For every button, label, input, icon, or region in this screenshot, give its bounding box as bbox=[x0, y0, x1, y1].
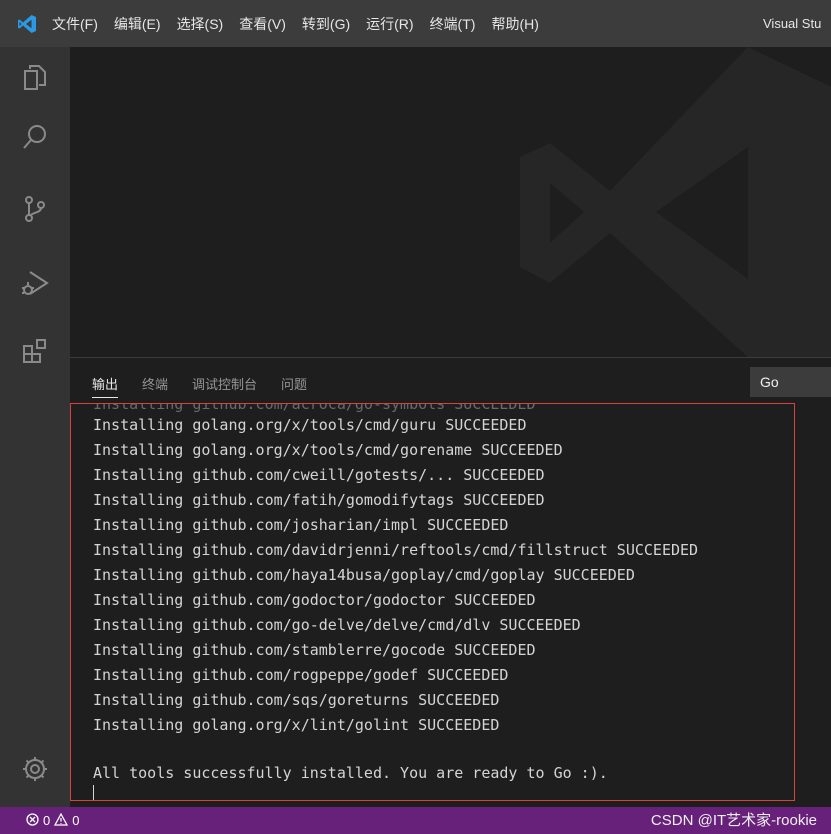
text-cursor bbox=[93, 785, 94, 800]
panel-tabs: 输出 终端 调试控制台 问题 bbox=[92, 374, 331, 398]
window-title: Visual Stu bbox=[763, 16, 822, 31]
menu-bar: 文件(F) 编辑(E) 选择(S) 查看(V) 转到(G) 运行(R) 终端(T… bbox=[52, 14, 555, 34]
menu-view[interactable]: 查看(V) bbox=[239, 14, 286, 34]
menu-edit[interactable]: 编辑(E) bbox=[114, 14, 161, 34]
editor-area bbox=[70, 47, 831, 357]
menu-selection[interactable]: 选择(S) bbox=[177, 14, 224, 34]
warning-icon bbox=[54, 812, 69, 829]
output-line: Installing github.com/cweill/gotests/...… bbox=[93, 466, 545, 484]
extensions-icon[interactable] bbox=[0, 323, 70, 379]
output-line: Installing golang.org/x/lint/golint SUCC… bbox=[93, 716, 500, 734]
csdn-watermark: CSDN @IT艺术家-rookie bbox=[650, 812, 817, 829]
vscode-logo-icon bbox=[8, 0, 46, 47]
error-count: 0 bbox=[43, 813, 51, 828]
source-control-icon[interactable] bbox=[0, 181, 70, 237]
bottom-panel: 输出 终端 调试控制台 问题 Go Installing github.com/… bbox=[70, 357, 831, 807]
vscode-watermark-icon bbox=[510, 47, 831, 357]
output-line: Installing github.com/haya14busa/goplay/… bbox=[93, 566, 635, 584]
status-problems[interactable]: 0 0 bbox=[26, 812, 83, 829]
tab-debug-console[interactable]: 调试控制台 bbox=[192, 374, 257, 398]
error-icon bbox=[26, 812, 39, 829]
output-line: Installing github.com/davidrjenni/reftoo… bbox=[93, 541, 699, 559]
output-view[interactable]: Installing github.com/acroca/go-symbols … bbox=[70, 403, 795, 801]
activity-bar bbox=[0, 47, 70, 807]
explorer-icon[interactable] bbox=[0, 49, 70, 105]
menu-terminal[interactable]: 终端(T) bbox=[430, 14, 476, 34]
output-line: Installing github.com/go-delve/delve/cmd… bbox=[93, 616, 581, 634]
menu-help[interactable]: 帮助(H) bbox=[491, 14, 538, 34]
warning-count: 0 bbox=[72, 813, 80, 828]
tab-problems[interactable]: 问题 bbox=[281, 374, 307, 398]
status-bar: 0 0 CSDN @IT艺术家-rookie bbox=[0, 807, 831, 834]
output-line-final: All tools successfully installed. You ar… bbox=[93, 764, 608, 782]
settings-gear-icon[interactable] bbox=[0, 741, 70, 797]
search-icon[interactable] bbox=[0, 109, 70, 165]
title-bar: 文件(F) 编辑(E) 选择(S) 查看(V) 转到(G) 运行(R) 终端(T… bbox=[0, 0, 831, 47]
output-line: Installing github.com/godoctor/godoctor … bbox=[93, 591, 536, 609]
output-line: Installing github.com/fatih/gomodifytags… bbox=[93, 491, 545, 509]
output-line: Installing github.com/sqs/goreturns SUCC… bbox=[93, 691, 500, 709]
output-line: Installing golang.org/x/tools/cmd/gorena… bbox=[93, 441, 563, 459]
menu-go[interactable]: 转到(G) bbox=[302, 14, 350, 34]
output-line: Installing github.com/stamblerre/gocode … bbox=[93, 641, 536, 659]
output-line: Installing golang.org/x/tools/cmd/guru S… bbox=[93, 416, 527, 434]
run-debug-icon[interactable] bbox=[0, 255, 70, 311]
menu-run[interactable]: 运行(R) bbox=[366, 14, 413, 34]
tab-output[interactable]: 输出 bbox=[92, 374, 119, 398]
menu-file[interactable]: 文件(F) bbox=[52, 14, 98, 34]
output-channel-select[interactable]: Go bbox=[750, 367, 831, 397]
output-line: Installing github.com/rogpeppe/godef SUC… bbox=[93, 666, 509, 684]
tab-terminal[interactable]: 终端 bbox=[142, 374, 168, 398]
output-line: Installing github.com/josharian/impl SUC… bbox=[93, 516, 509, 534]
